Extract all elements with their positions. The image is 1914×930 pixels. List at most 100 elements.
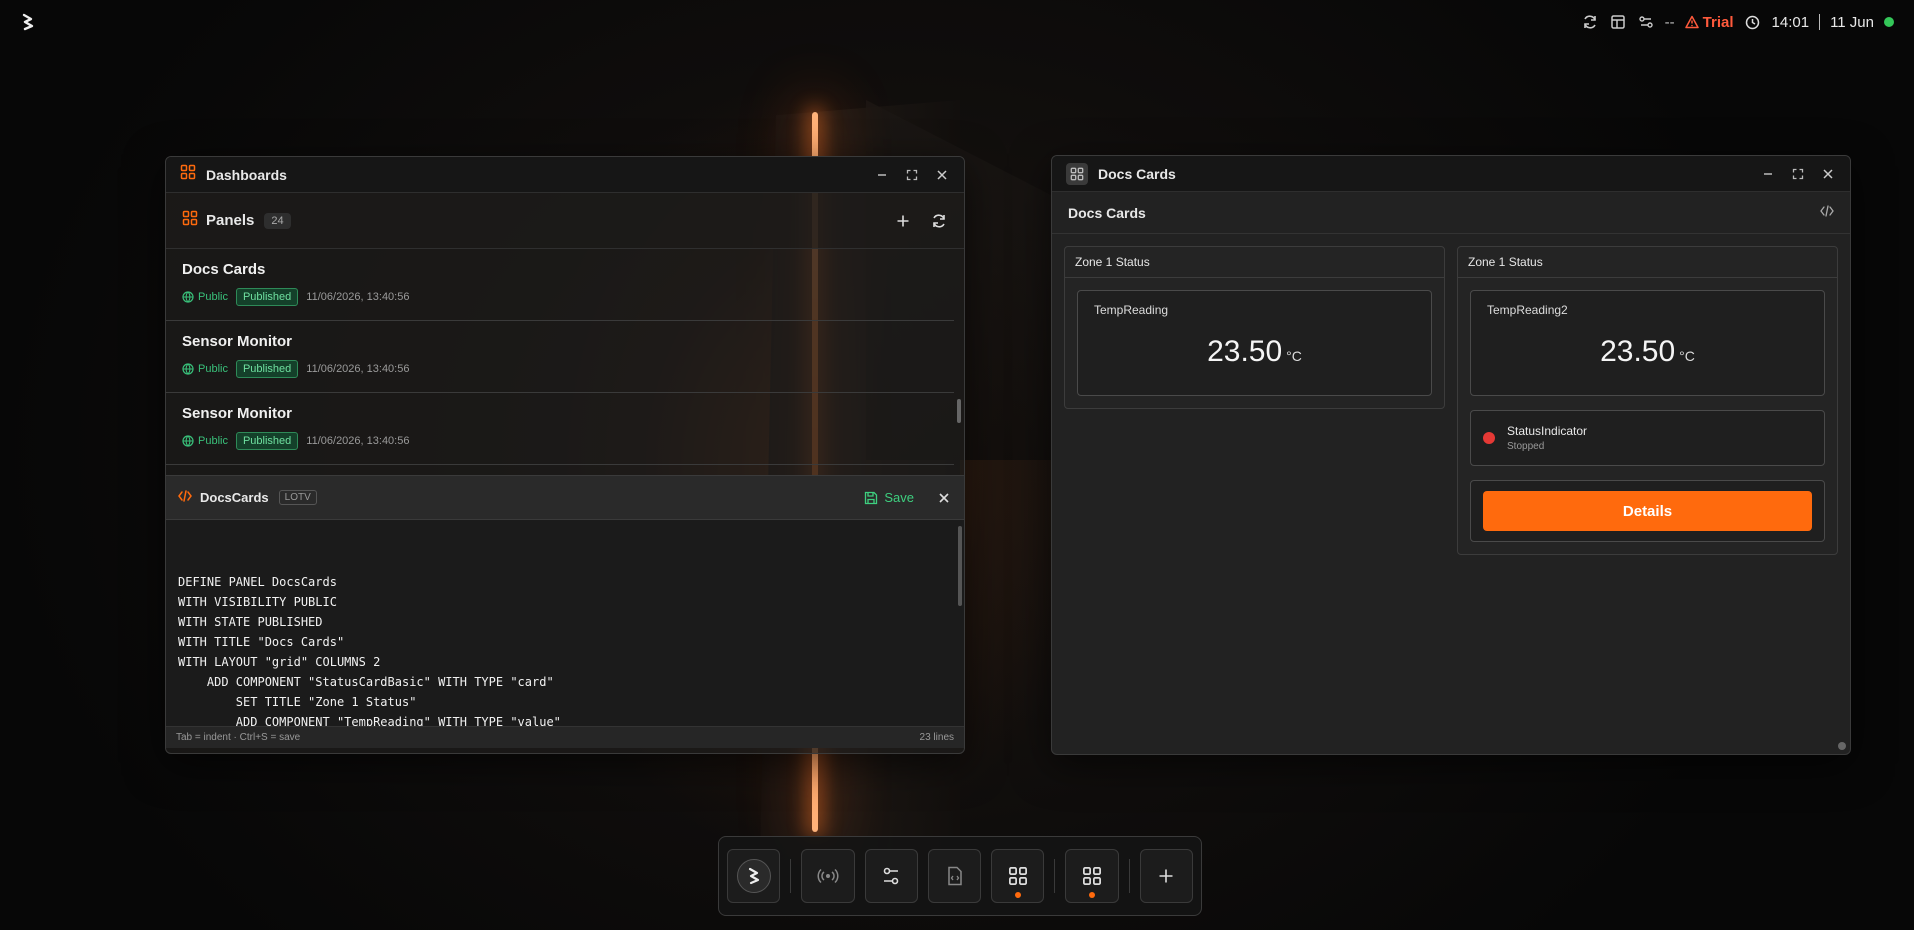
logo-icon <box>736 859 771 893</box>
docs-cards-window: Docs Cards Docs Cards Zone 1 Status Temp… <box>1051 155 1851 755</box>
docs-window-titlebar[interactable]: Docs Cards <box>1052 156 1850 192</box>
value-label: TempReading2 <box>1487 303 1568 317</box>
dashboard-icon <box>1008 867 1027 885</box>
code-icon <box>178 489 192 507</box>
visibility-label: Public <box>182 363 228 375</box>
value-label: TempReading <box>1094 303 1169 317</box>
value-number: 23.50 <box>1207 335 1283 368</box>
editor-footer: Tab = indent · Ctrl+S = save 23 lines <box>166 726 964 748</box>
clock-time: 14:01 <box>1771 13 1810 31</box>
view-code-icon[interactable] <box>1820 205 1834 220</box>
value-widget: TempReading2 23.50 °C <box>1470 290 1825 396</box>
dashboard-icon <box>1083 867 1102 885</box>
status-badge: Published <box>235 360 299 378</box>
timestamp: 11/06/2026, 13:40:56 <box>306 435 410 447</box>
sync-icon[interactable] <box>1581 13 1599 31</box>
timestamp: 11/06/2026, 13:40:56 <box>306 363 410 375</box>
save-button[interactable]: Save <box>864 490 914 505</box>
dashboard-icon <box>1066 162 1088 185</box>
network-icon[interactable] <box>1637 13 1655 31</box>
status-badge: Published <box>235 288 299 306</box>
status-led <box>1483 432 1495 444</box>
value-unit: °C <box>1679 348 1695 364</box>
status-card: Zone 1 Status TempReading 23.50 °C <box>1064 246 1445 409</box>
visibility-text: Public <box>198 291 228 303</box>
dock-divider <box>790 859 792 893</box>
panel-item-title: Sensor Monitor <box>182 405 293 422</box>
globe-icon <box>182 435 194 447</box>
card-title: Zone 1 Status <box>1065 247 1444 278</box>
dashboards-window-titlebar[interactable]: Dashboards <box>166 157 964 193</box>
system-tray: -- Trial 14:01 11 Jun <box>1581 13 1894 31</box>
app-logo-icon[interactable] <box>20 13 36 31</box>
close-icon[interactable] <box>1820 166 1836 182</box>
trial-badge[interactable]: Trial <box>1684 13 1734 31</box>
broadcast-icon <box>817 868 839 884</box>
editor-scrollbar[interactable] <box>958 526 962 606</box>
editor-header: DocsCards LOTV Save <box>166 475 964 520</box>
window-title: Dashboards <box>206 166 287 183</box>
list-item[interactable]: Sensor Monitor Public Published 11/06/20… <box>166 393 954 465</box>
list-item[interactable]: Docs Cards Public Published 11/06/2026, … <box>166 249 954 321</box>
panels-count-badge: 24 <box>264 212 291 229</box>
minimize-icon[interactable] <box>874 167 890 183</box>
trial-label: Trial <box>1702 13 1734 31</box>
online-status-dot <box>1884 17 1894 27</box>
visibility-text: Public <box>198 363 228 375</box>
value-widget: TempReading 23.50 °C <box>1077 290 1432 396</box>
dock-home[interactable] <box>727 849 781 903</box>
panels-header: Panels 24 <box>166 193 964 249</box>
language-badge: LOTV <box>278 490 317 505</box>
code-file-icon <box>947 866 962 886</box>
maximize-icon[interactable] <box>1790 166 1806 182</box>
dock-divider <box>1128 859 1130 893</box>
dashboard-icon <box>182 210 198 231</box>
status-indicator-value: Stopped <box>1507 441 1545 452</box>
status-card: Zone 1 Status TempReading2 23.50 °C Statu… <box>1457 246 1838 555</box>
globe-icon <box>182 291 194 303</box>
dock-dashboards[interactable] <box>991 849 1045 903</box>
minimize-icon[interactable] <box>1760 166 1776 182</box>
panel-header: Docs Cards <box>1052 192 1850 234</box>
resize-handle[interactable] <box>1838 742 1846 750</box>
window-title: Docs Cards <box>1098 165 1176 182</box>
panel-item-title: Docs Cards <box>182 261 266 278</box>
dock-add[interactable] <box>1139 849 1194 903</box>
status-indicator-name: StatusIndicator <box>1507 424 1588 438</box>
visibility-text: Public <box>198 435 228 447</box>
dashboards-window: Dashboards Panels 24 Docs Cards Public P… <box>165 156 965 754</box>
dock <box>718 836 1202 916</box>
dock-flows[interactable] <box>864 849 918 903</box>
dock-divider <box>1054 859 1056 893</box>
code-text: DEFINE PANEL DocsCards WITH VISIBILITY P… <box>178 575 561 726</box>
status-indicator-widget: StatusIndicator Stopped <box>1470 410 1825 466</box>
maximize-icon[interactable] <box>904 167 920 183</box>
editor-title: DocsCards <box>200 490 269 505</box>
top-bar: -- Trial 14:01 11 Jun <box>0 0 1914 44</box>
close-icon[interactable] <box>934 167 950 183</box>
status-badge: Published <box>235 432 299 450</box>
card-title: Zone 1 Status <box>1458 247 1837 278</box>
code-editor[interactable]: DEFINE PANEL DocsCards WITH VISIBILITY P… <box>166 520 964 726</box>
add-icon <box>1159 869 1173 883</box>
add-panel-icon[interactable] <box>894 212 912 230</box>
dock-docs-cards[interactable] <box>1065 849 1119 903</box>
details-button[interactable]: Details <box>1483 491 1812 531</box>
button-widget: Details <box>1470 480 1825 542</box>
close-editor-icon[interactable] <box>936 490 952 506</box>
panel-title: Docs Cards <box>1068 204 1146 221</box>
globe-icon <box>182 363 194 375</box>
panel-list: Docs Cards Public Published 11/06/2026, … <box>166 249 964 475</box>
panel-list-scrollbar[interactable] <box>957 399 961 423</box>
list-item[interactable]: Sensor Monitor Public Published 11/06/20… <box>166 321 954 393</box>
flows-icon <box>883 867 899 885</box>
visibility-label: Public <box>182 435 228 447</box>
refresh-icon[interactable] <box>930 212 948 230</box>
dock-broadcast[interactable] <box>801 849 855 903</box>
layout-icon[interactable] <box>1609 13 1627 31</box>
dock-code[interactable] <box>927 849 982 903</box>
value-number: 23.50 <box>1600 335 1676 368</box>
visibility-label: Public <box>182 291 228 303</box>
save-label: Save <box>884 490 914 505</box>
clock-icon <box>1744 13 1762 31</box>
